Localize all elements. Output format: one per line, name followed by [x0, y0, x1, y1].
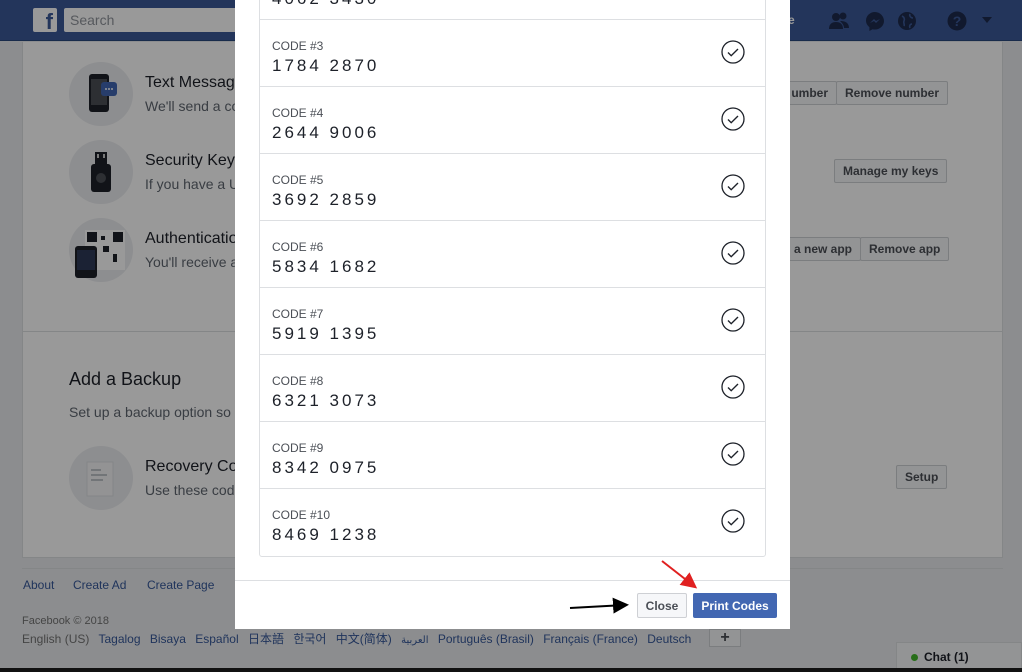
code-label: CODE #10	[272, 508, 331, 522]
dialog-footer: Close Print Codes	[235, 580, 790, 629]
code-value: 5919 1395	[272, 324, 380, 343]
code-value: 1784 2870	[272, 56, 380, 75]
code-row: 4062 3430	[260, 0, 765, 20]
check-circle-icon	[721, 107, 745, 131]
check-circle-icon	[721, 40, 745, 64]
check-circle-icon	[721, 375, 745, 399]
code-row: CODE #4 2644 9006	[260, 87, 765, 154]
code-label: CODE #6	[272, 240, 324, 254]
code-label: CODE #7	[272, 307, 324, 321]
code-value: 8342 0975	[272, 458, 380, 477]
code-row: CODE #9 8342 0975	[260, 422, 765, 489]
code-value-partial: 4062 3430	[272, 0, 379, 9]
code-value: 2644 9006	[272, 123, 380, 142]
check-circle-icon	[721, 241, 745, 265]
code-value: 3692 2859	[272, 190, 380, 209]
check-circle-icon	[721, 174, 745, 198]
check-circle-icon	[721, 308, 745, 332]
check-circle-icon	[721, 509, 745, 533]
code-value: 6321 3073	[272, 391, 380, 410]
code-row: CODE #5 3692 2859	[260, 154, 765, 221]
code-row: CODE #6 5834 1682	[260, 221, 765, 288]
print-codes-button[interactable]: Print Codes	[693, 593, 777, 618]
code-value: 5834 1682	[272, 257, 380, 276]
code-row: CODE #3 1784 2870	[260, 20, 765, 87]
code-label: CODE #4	[272, 106, 324, 120]
code-label: CODE #9	[272, 441, 324, 455]
code-row: CODE #8 6321 3073	[260, 355, 765, 422]
code-row: CODE #7 5919 1395	[260, 288, 765, 355]
close-button[interactable]: Close	[637, 593, 687, 618]
recovery-codes-dialog: 4062 3430 CODE #3 1784 2870 CODE #4 2644…	[235, 0, 790, 629]
recovery-codes-list: 4062 3430 CODE #3 1784 2870 CODE #4 2644…	[259, 0, 766, 557]
code-row: CODE #10 8469 1238	[260, 489, 765, 556]
code-label: CODE #8	[272, 374, 324, 388]
code-value: 8469 1238	[272, 525, 380, 544]
code-label: CODE #5	[272, 173, 324, 187]
code-label: CODE #3	[272, 39, 324, 53]
check-circle-icon	[721, 442, 745, 466]
